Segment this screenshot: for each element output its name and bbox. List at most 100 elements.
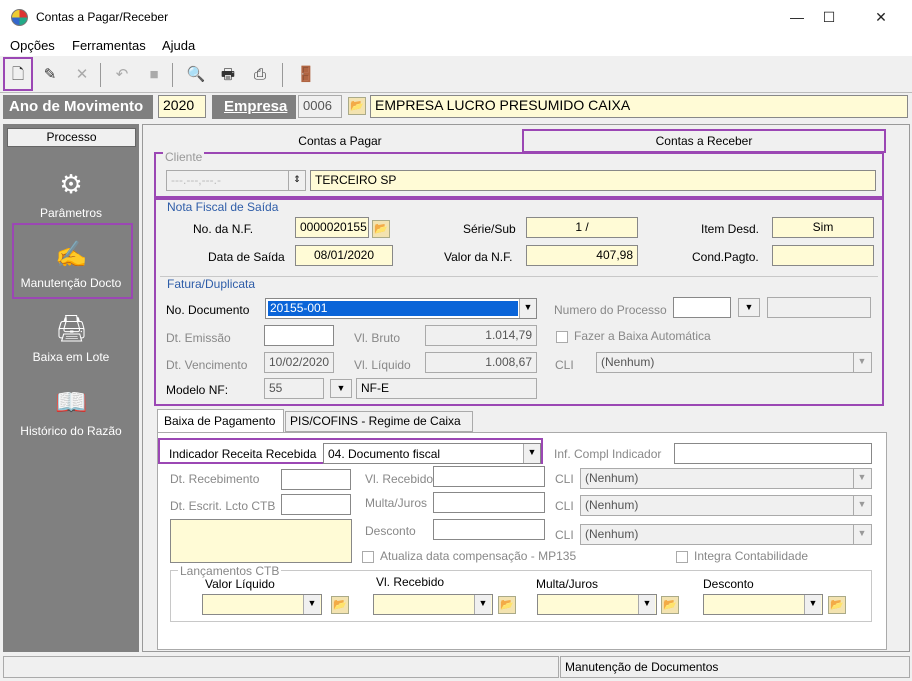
vl-receb-field[interactable] [433,466,545,487]
num-proc-field[interactable] [673,297,731,318]
num-proc-label: Numero do Processo [554,303,667,317]
dt-escrit-field[interactable] [281,494,351,515]
tab-pis-cofins[interactable]: PIS/COFINS - Regime de Caixa [285,411,473,432]
sidebar-item-label: Baixa em Lote [32,350,110,364]
cliente-spin-icon[interactable]: ⇕ [288,171,305,190]
print-icon[interactable]: 🖶 [216,63,240,87]
folder-open-icon[interactable]: 📂 [661,596,679,614]
sidebar-item-label: Histórico do Razão [20,424,122,438]
chevron-down-icon[interactable]: ▼ [853,496,870,515]
close-button[interactable]: ✕ [858,0,904,34]
ano-field[interactable]: 2020 [158,95,206,118]
toolbar: 🗋 ✎ ✕ ↶ ■ 🔍 🖶 ⎙ 🚪 [0,57,912,93]
chevron-down-icon[interactable]: ▼ [303,595,320,614]
tab-contas-pagar[interactable]: Contas a Pagar [150,130,530,152]
folder-open-icon[interactable]: 📂 [331,596,349,614]
ano-label: Ano de Movimento [3,95,153,119]
tab-contas-receber[interactable]: Contas a Receber [522,129,886,153]
menu-ferramentas[interactable]: Ferramentas [72,38,146,53]
chevron-down-icon[interactable]: ▼ [519,299,536,318]
edit-document-icon[interactable]: ✎ [38,63,62,87]
indicador-label: Indicador Receita Recebida [169,447,317,461]
dt-escrit-label: Dt. Escrit. Lcto CTB [170,499,276,513]
undo-icon[interactable]: ↶ [110,63,134,87]
folder-open-icon[interactable]: 📂 [828,596,846,614]
chevron-down-icon[interactable]: ▼ [738,298,760,317]
chevron-down-icon[interactable]: ▼ [523,444,540,463]
multa-field[interactable] [433,492,545,513]
folder-open-icon[interactable]: 📂 [348,97,366,115]
sidebar-item-label: Manutenção Docto [20,276,122,290]
sidebar-item-historico[interactable]: 📖 Histórico do Razão [5,386,137,438]
gears-icon: ⚙ [59,169,83,199]
chevron-down-icon[interactable]: ▼ [638,595,655,614]
baixa-auto-checkbox[interactable]: Fazer a Baixa Automática [556,329,711,343]
indicador-value: 04. Documento fiscal [328,447,441,461]
dt-receb-field[interactable] [281,469,351,490]
menu-ajuda[interactable]: Ajuda [162,38,195,53]
observacao-area[interactable] [170,519,352,563]
nota-fiscal-title: Nota Fiscal de Saída [165,200,281,214]
cli-dropdown-2[interactable]: (Nenhum) [580,495,872,516]
modelo-field[interactable]: 55 [264,378,324,399]
sidebar-item-baixa-lote[interactable]: 🖨 Baixa em Lote [5,312,137,364]
batch-print-icon[interactable]: ⎙ [248,63,272,87]
integra-checkbox[interactable]: Integra Contabilidade [676,549,808,563]
no-nf-label: No. da N.F. [193,222,254,236]
atualiza-checkbox[interactable]: Atualiza data compensação - MP135 [362,549,576,563]
cond-pagto-field[interactable] [772,245,874,266]
toolbar-separator [282,63,283,87]
inf-compl-field[interactable] [674,443,872,464]
cli-dropdown[interactable]: (Nenhum) [596,352,872,373]
col-valor-liquido: Valor Líquido [205,577,275,591]
cli-label: CLI [555,499,574,513]
cliente-code-field[interactable]: ---.---,---.- [166,170,306,191]
stop-icon[interactable]: ■ [142,63,166,87]
atualiza-label: Atualiza data compensação - MP135 [380,549,577,563]
cli-label: CLI [555,528,574,542]
sidebar-header: Processo [7,128,136,147]
modelo-label: Modelo NF: [166,383,229,397]
dt-emissao-field[interactable] [264,325,334,346]
print-preview-icon[interactable]: 🔍 [184,63,208,87]
chevron-down-icon[interactable]: ▼ [853,525,870,544]
folder-open-icon[interactable]: 📂 [498,596,516,614]
dt-receb-label: Dt. Recebimento [170,472,260,486]
cli-dropdown-3[interactable]: (Nenhum) [580,524,872,545]
exit-door-icon[interactable]: 🚪 [294,63,318,87]
menu-bar: Opções Ferramentas Ajuda [0,34,912,56]
folder-open-icon[interactable]: 📂 [372,220,390,238]
chevron-down-icon[interactable]: ▼ [804,595,821,614]
menu-opcoes[interactable]: Opções [10,38,55,53]
vl-receb-label: Vl. Recebido [365,472,434,486]
data-saida-field[interactable]: 08/01/2020 [295,245,393,266]
delete-icon[interactable]: ✕ [70,63,94,87]
serie-field[interactable]: 1 / [526,217,638,238]
window-title: Contas a Pagar/Receber [36,10,169,24]
chevron-down-icon[interactable]: ▼ [853,353,870,372]
empresa-name-field: EMPRESA LUCRO PRESUMIDO CAIXA [370,95,908,118]
indicador-dropdown[interactable]: 04. Documento fiscal ▼ [323,443,541,464]
new-document-icon[interactable]: 🗋 [6,63,30,87]
chevron-down-icon[interactable]: ▼ [474,595,491,614]
sidebar-item-parametros[interactable]: ⚙ Parâmetros [5,168,137,220]
desconto-field[interactable] [433,519,545,540]
desconto-label: Desconto [365,524,416,538]
valor-nf-field[interactable]: 407,98 [526,245,638,266]
empresa-code-field[interactable]: 0006 [298,95,342,118]
sidebar-item-label: Parâmetros [39,206,103,220]
lancamentos-title: Lançamentos CTB [178,564,282,578]
col-vl-recebido: Vl. Recebido [376,575,445,589]
tab-baixa-pagamento[interactable]: Baixa de Pagamento [157,409,284,433]
chevron-down-icon[interactable]: ▼ [330,379,352,398]
no-nf-field[interactable]: 0000020155 [295,217,369,238]
chevron-down-icon[interactable]: ▼ [853,469,870,488]
item-desd-field[interactable]: Sim [772,217,874,238]
maximize-button[interactable]: ☐ [806,0,852,34]
no-doc-dropdown[interactable]: 20155-001 ▼ [265,298,537,319]
cli-dropdown-1[interactable]: (Nenhum) [580,468,872,489]
ledger-book-icon: 📖 [55,387,88,417]
header-bar: Ano de Movimento 2020 Empresa 0006 📂 EMP… [0,93,912,121]
baixa-auto-label: Fazer a Baixa Automática [574,329,711,343]
sidebar-item-manutencao[interactable]: ✍ Manutenção Docto [5,238,137,290]
